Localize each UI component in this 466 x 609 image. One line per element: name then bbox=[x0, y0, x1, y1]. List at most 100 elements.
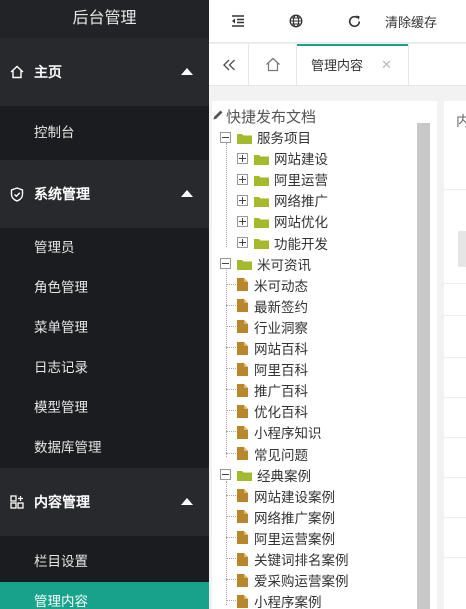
tree-node-doc[interactable]: 小程序案例 bbox=[237, 591, 322, 609]
divider bbox=[444, 357, 466, 358]
tree-node-group[interactable]: 服务项目 bbox=[220, 127, 311, 147]
expand-toggle-icon[interactable] bbox=[237, 215, 248, 227]
tree-node-folder[interactable]: 网站优化 bbox=[237, 211, 328, 231]
tree-connector bbox=[226, 325, 236, 327]
document-icon bbox=[237, 489, 248, 503]
tree-node-doc[interactable]: 网络推广案例 bbox=[237, 507, 335, 527]
tree-node-doc[interactable]: 关键词排名案例 bbox=[237, 549, 349, 569]
nav-sub-system: 管理员 角色管理 菜单管理 日志记录 模型管理 数据库管理 bbox=[0, 228, 209, 468]
tree-node-doc[interactable]: 优化百科 bbox=[237, 401, 308, 421]
nav-sub-content: 栏目设置 管理内容 bbox=[0, 536, 209, 609]
tree-node-folder[interactable]: 网络推广 bbox=[237, 190, 328, 210]
collapse-toggle-icon[interactable] bbox=[220, 131, 231, 143]
tree-connector bbox=[226, 283, 236, 285]
tree-node-doc[interactable]: 行业洞察 bbox=[237, 317, 308, 337]
refresh-icon[interactable] bbox=[325, 0, 383, 43]
nav-group-label: 主页 bbox=[34, 64, 62, 80]
tree-node-label: 推广百科 bbox=[254, 384, 308, 400]
nav-item-menus[interactable]: 菜单管理 bbox=[0, 308, 209, 348]
tree-node-label: 阿里运营 bbox=[274, 173, 328, 189]
tree-node-folder[interactable]: 网站建设 bbox=[237, 148, 328, 168]
document-icon bbox=[237, 531, 248, 545]
nav-group-home[interactable]: 主页 bbox=[0, 38, 209, 106]
nav-item-database[interactable]: 数据库管理 bbox=[0, 428, 209, 468]
tree-node-label: 网站优化 bbox=[274, 215, 328, 231]
document-icon bbox=[237, 425, 248, 439]
tree-connector bbox=[226, 480, 227, 606]
tree-node-doc[interactable]: 米可动态 bbox=[237, 275, 308, 295]
tree-node-group[interactable]: 经典案例 bbox=[220, 465, 311, 485]
tab-manage-content[interactable]: 管理内容 ✕ bbox=[297, 44, 409, 85]
folder-icon bbox=[254, 237, 269, 249]
tree-node-folder[interactable]: 功能开发 bbox=[237, 233, 328, 253]
divider bbox=[444, 557, 466, 558]
expand-toggle-icon[interactable] bbox=[237, 173, 248, 185]
folder-icon bbox=[237, 132, 252, 144]
nav-item-admin[interactable]: 管理员 bbox=[0, 228, 209, 268]
document-icon bbox=[237, 362, 248, 376]
divider bbox=[444, 397, 466, 398]
divider bbox=[444, 517, 466, 518]
nav-group-system[interactable]: 系统管理 bbox=[0, 160, 209, 228]
top-header: 清除缓存 bbox=[209, 0, 466, 43]
tree-node-doc[interactable]: 网站百科 bbox=[237, 338, 308, 358]
nav-item-console[interactable]: 控制台 bbox=[0, 113, 209, 153]
nav-item-manage-content[interactable]: 管理内容 bbox=[0, 582, 209, 609]
divider bbox=[444, 283, 466, 284]
tree-node-group[interactable]: 米可资讯 bbox=[220, 254, 311, 274]
tree-node-doc[interactable]: 推广百科 bbox=[237, 380, 308, 400]
tree-connector bbox=[226, 579, 236, 581]
tree-node-doc[interactable]: 阿里百科 bbox=[237, 359, 308, 379]
nav-item-models[interactable]: 模型管理 bbox=[0, 388, 209, 428]
tree-node-label: 行业洞察 bbox=[254, 320, 308, 336]
tabs-scroll-left-icon[interactable] bbox=[209, 44, 249, 85]
tree-connector bbox=[226, 600, 236, 602]
indent-icon[interactable] bbox=[209, 0, 267, 43]
divider bbox=[444, 437, 466, 438]
nav-item-logs[interactable]: 日志记录 bbox=[0, 348, 209, 388]
tree-connector bbox=[226, 558, 236, 559]
tree-node-label: 小程序案例 bbox=[254, 595, 322, 609]
folder-icon bbox=[237, 469, 252, 482]
nav-sub-home: 控制台 bbox=[0, 106, 209, 160]
divider bbox=[444, 315, 466, 316]
globe-icon[interactable] bbox=[267, 0, 325, 43]
tree-scrollbar[interactable] bbox=[417, 123, 430, 609]
tree-node-doc[interactable]: 网站建设案例 bbox=[237, 486, 335, 506]
tree-node-doc[interactable]: 常见问题 bbox=[237, 444, 308, 464]
expand-toggle-icon[interactable] bbox=[237, 237, 248, 248]
collapse-toggle-icon[interactable] bbox=[220, 469, 231, 481]
nav-item-columns[interactable]: 栏目设置 bbox=[0, 542, 209, 582]
collapse-toggle-icon[interactable] bbox=[220, 258, 231, 270]
tree-node-doc[interactable]: 小程序知识 bbox=[237, 422, 322, 442]
expand-toggle-icon[interactable] bbox=[237, 152, 248, 164]
tree-connector bbox=[226, 515, 236, 517]
tree-node-doc[interactable]: 爱采购运营案例 bbox=[237, 570, 349, 590]
tree-node-label: 关键词排名案例 bbox=[254, 553, 349, 568]
document-icon bbox=[237, 404, 248, 418]
divider bbox=[444, 189, 466, 190]
tree-connector bbox=[226, 494, 236, 496]
tree-node-folder[interactable]: 阿里运营 bbox=[237, 169, 328, 189]
document-icon bbox=[237, 299, 248, 313]
tree-node-label: 功能开发 bbox=[274, 236, 328, 252]
tree-node-label: 优化百科 bbox=[254, 405, 308, 421]
nav-group-label: 内容管理 bbox=[34, 494, 90, 510]
table-header-block bbox=[458, 231, 466, 267]
document-icon bbox=[237, 573, 248, 587]
tree-panel: 快捷发布文档 服务项目 网站建设 阿里运营 网络推广 网站优化 功能开发 米可资讯 米可动态最… bbox=[212, 101, 437, 609]
close-icon[interactable]: ✕ bbox=[381, 57, 392, 73]
tree-connector bbox=[226, 452, 236, 454]
nav-group-content[interactable]: 内容管理 bbox=[0, 468, 209, 536]
document-icon bbox=[237, 594, 248, 608]
folder-icon bbox=[254, 153, 269, 165]
clear-cache-button[interactable]: 清除缓存 bbox=[383, 12, 437, 31]
expand-toggle-icon[interactable] bbox=[237, 194, 248, 206]
tree-node-doc[interactable]: 阿里运营案例 bbox=[237, 528, 335, 548]
document-icon bbox=[237, 341, 248, 355]
home-icon bbox=[8, 63, 26, 81]
folder-icon bbox=[254, 216, 269, 228]
nav-item-roles[interactable]: 角色管理 bbox=[0, 268, 209, 308]
tree-node-doc[interactable]: 最新签约 bbox=[237, 296, 308, 316]
tab-home-icon[interactable] bbox=[249, 44, 297, 85]
